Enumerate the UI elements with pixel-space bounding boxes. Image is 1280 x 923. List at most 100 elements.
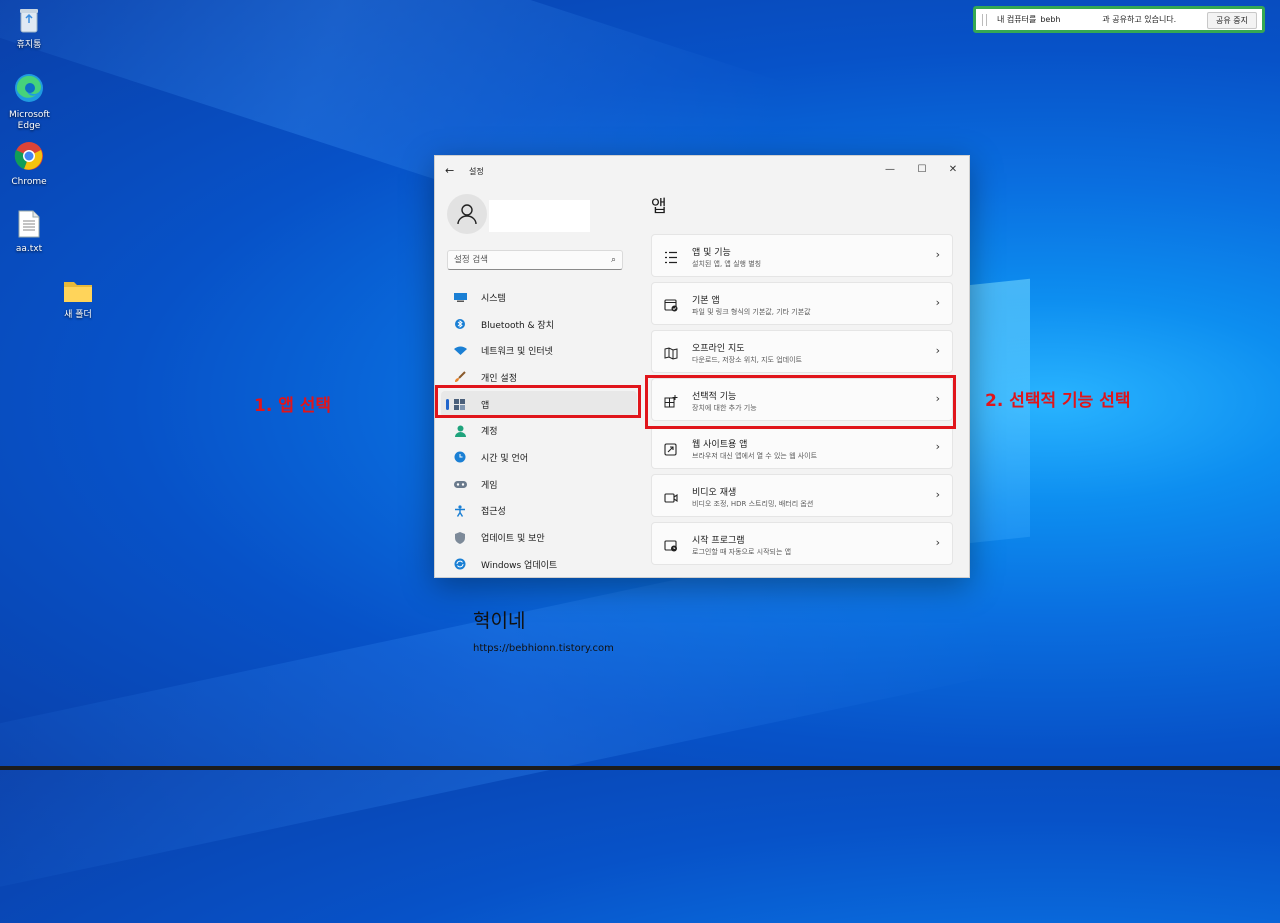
shield-icon xyxy=(453,531,467,544)
video-icon xyxy=(664,489,680,503)
maximize-button[interactable]: ☐ xyxy=(907,160,937,180)
sidebar-item-label: 게임 xyxy=(481,480,498,491)
user-icon xyxy=(457,204,477,225)
web-app-icon xyxy=(664,441,680,456)
desktop-icon-text-file[interactable]: aa.txt xyxy=(0,210,58,255)
back-arrow-icon[interactable]: ← xyxy=(445,164,454,177)
desktop-icon-label: aa.txt xyxy=(15,244,43,254)
search-icon[interactable]: ⌕ xyxy=(611,251,616,269)
card-apps-features[interactable]: 앱 및 기능 설치된 앱, 앱 실행 별칭 › xyxy=(651,234,953,277)
avatar[interactable] xyxy=(447,194,487,234)
account-name-redacted xyxy=(489,200,590,232)
taskbar-edge xyxy=(0,766,1280,770)
sidebar-item-label: 시간 및 언어 xyxy=(481,453,529,464)
sidebar-item-system[interactable]: 시스템 xyxy=(441,284,641,311)
sidebar-item-label: 네트워크 및 인터넷 xyxy=(481,347,553,358)
chevron-right-icon: › xyxy=(935,440,940,453)
search-placeholder: 설정 검색 xyxy=(454,255,488,265)
card-default-apps[interactable]: 기본 앱 파일 및 링크 형식의 기본값, 기타 기본값 › xyxy=(651,282,953,325)
blog-url[interactable]: https://bebhionn.tistory.com xyxy=(473,643,614,654)
card-title: 시작 프로그램 xyxy=(692,536,745,546)
sidebar-item-label: 개인 설정 xyxy=(481,373,517,384)
card-title: 웹 사이트용 앱 xyxy=(692,440,748,450)
globe-clock-icon xyxy=(453,451,467,463)
desktop-icon-folder[interactable]: 새 폴더 xyxy=(49,278,107,321)
sidebar-item-label: Windows 업데이트 xyxy=(481,560,558,571)
wifi-icon xyxy=(453,346,467,356)
chrome-icon xyxy=(0,141,58,175)
update-icon xyxy=(453,558,467,570)
highlight-optional-features xyxy=(645,375,956,429)
chevron-right-icon: › xyxy=(935,536,940,549)
close-button[interactable]: ✕ xyxy=(938,160,968,180)
sidebar-item-label: 시스템 xyxy=(481,293,506,304)
sidebar-item-update-security[interactable]: 업데이트 및 보안 xyxy=(441,524,641,551)
share-text-suffix: 과 공유하고 있습니다. xyxy=(1102,15,1177,24)
desktop-icon-label: Chrome xyxy=(11,177,47,187)
bluetooth-icon xyxy=(453,319,467,330)
chevron-right-icon: › xyxy=(935,488,940,501)
sidebar-item-windows-update[interactable]: Windows 업데이트 xyxy=(441,551,641,577)
card-subtitle: 설치된 앱, 앱 실행 별칭 xyxy=(692,260,762,268)
gamepad-icon xyxy=(453,479,467,489)
card-subtitle: 파일 및 링크 형식의 기본값, 기타 기본값 xyxy=(692,308,811,316)
card-apps-for-websites[interactable]: 웹 사이트용 앱 브라우저 대신 앱에서 열 수 있는 웹 사이트 › xyxy=(651,426,953,469)
edge-icon xyxy=(0,72,58,108)
card-title: 오프라인 지도 xyxy=(692,344,745,354)
startup-icon xyxy=(664,537,680,552)
card-subtitle: 다운로드, 저장소 위치, 지도 업데이트 xyxy=(692,356,802,364)
sidebar-item-label: 계정 xyxy=(481,427,498,438)
person-icon xyxy=(453,425,467,437)
desktop-icon-recycle-bin[interactable]: 휴지통 xyxy=(0,6,58,51)
wallpaper-windows-logo xyxy=(968,278,1030,544)
sidebar-item-accounts[interactable]: 계정 xyxy=(441,417,641,444)
minimize-button[interactable]: — xyxy=(875,160,905,180)
card-subtitle: 브라우저 대신 앱에서 열 수 있는 웹 사이트 xyxy=(692,452,818,460)
brush-icon xyxy=(453,371,467,383)
share-user: bebh xyxy=(1040,15,1061,24)
desktop-icon-chrome[interactable]: Chrome xyxy=(0,141,58,188)
sidebar-item-label: 업데이트 및 보안 xyxy=(481,534,545,545)
sidebar-item-accessibility[interactable]: 접근성 xyxy=(441,498,641,525)
card-subtitle: 비디오 조정, HDR 스트리밍, 배터리 옵션 xyxy=(692,500,814,508)
settings-window: ← 설정 — ☐ ✕ 설정 검색 ⌕ 시스템 Bluetooth & 장치 네트… xyxy=(434,155,970,578)
card-subtitle: 로그인할 때 자동으로 시작되는 앱 xyxy=(692,548,792,556)
desktop-icon-label: 새 폴더 xyxy=(64,310,92,320)
map-icon xyxy=(664,345,680,360)
highlight-apps-nav xyxy=(435,385,641,418)
desktop-icon-label: 휴지통 xyxy=(16,40,42,50)
card-video-playback[interactable]: 비디오 재생 비디오 조정, HDR 스트리밍, 배터리 옵션 › xyxy=(651,474,953,517)
sidebar-item-time-language[interactable]: 시간 및 언어 xyxy=(441,444,641,471)
desktop-icon-label: Microsoft Edge xyxy=(9,110,50,131)
sidebar-item-label: Bluetooth & 장치 xyxy=(481,320,554,331)
card-title: 앱 및 기능 xyxy=(692,248,731,258)
annotation-step-1: 1. 앱 선택 xyxy=(254,396,332,416)
share-text-prefix: 내 컴퓨터를 xyxy=(997,15,1037,24)
sidebar-item-bluetooth[interactable]: Bluetooth & 장치 xyxy=(441,311,641,338)
card-title: 기본 앱 xyxy=(692,296,720,306)
app-list-icon xyxy=(664,249,680,264)
sidebar-nav: 시스템 Bluetooth & 장치 네트워크 및 인터넷 개인 설정 앱 계정… xyxy=(441,284,641,577)
card-offline-maps[interactable]: 오프라인 지도 다운로드, 저장소 위치, 지도 업데이트 › xyxy=(651,330,953,373)
default-apps-icon xyxy=(664,297,680,312)
card-title: 비디오 재생 xyxy=(692,488,737,498)
annotation-step-2: 2. 선택적 기능 선택 xyxy=(985,391,1131,411)
sidebar-item-network[interactable]: 네트워크 및 인터넷 xyxy=(441,337,641,364)
title-bar: ← 설정 — ☐ ✕ xyxy=(435,156,969,186)
folder-icon xyxy=(49,278,107,308)
desktop-icon-edge[interactable]: Microsoft Edge xyxy=(0,72,58,132)
recycle-bin-icon xyxy=(0,6,58,38)
chevron-right-icon: › xyxy=(935,296,940,309)
page-title: 앱 xyxy=(651,197,667,217)
card-startup[interactable]: 시작 프로그램 로그인할 때 자동으로 시작되는 앱 › xyxy=(651,522,953,565)
window-title: 설정 xyxy=(469,167,484,176)
chevron-right-icon: › xyxy=(935,344,940,357)
text-file-icon xyxy=(0,210,58,242)
drag-handle-icon[interactable] xyxy=(982,13,987,26)
screen-share-bar: 내 컴퓨터를 bebh 과 공유하고 있습니다. 공유 중지 xyxy=(973,6,1265,33)
sidebar-item-gaming[interactable]: 게임 xyxy=(441,471,641,498)
stop-sharing-button[interactable]: 공유 중지 xyxy=(1207,12,1257,29)
sidebar-item-label: 접근성 xyxy=(481,507,506,518)
accessibility-icon xyxy=(453,505,467,517)
settings-search-input[interactable]: 설정 검색 ⌕ xyxy=(447,250,623,270)
